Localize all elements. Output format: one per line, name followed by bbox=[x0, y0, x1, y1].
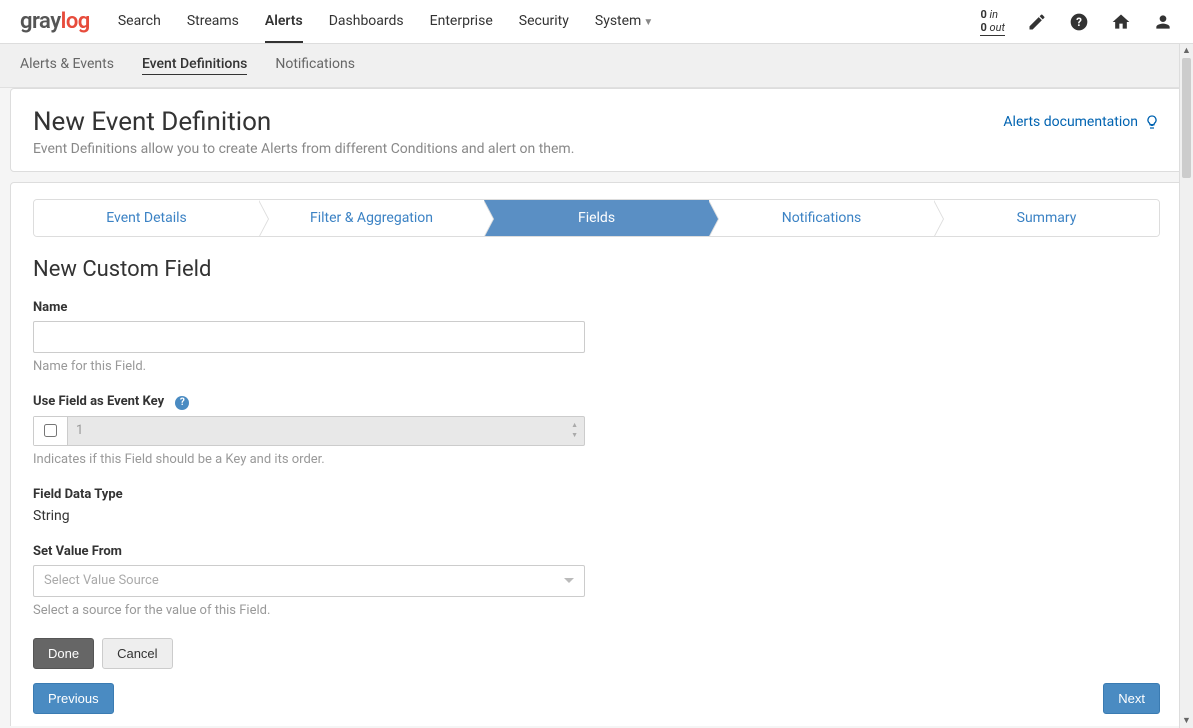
scrollbar[interactable]: ▲ ▼ bbox=[1179, 44, 1193, 728]
page-header-card: New Event Definition Alerts documentatio… bbox=[10, 88, 1183, 172]
previous-button[interactable]: Previous bbox=[33, 683, 114, 714]
top-navbar: graylog Search Streams Alerts Dashboards… bbox=[0, 0, 1193, 44]
form-buttons: Done Cancel bbox=[33, 638, 1160, 669]
eventkey-label: Use Field as Event Key ? bbox=[33, 394, 585, 410]
spinner-arrows-icon[interactable]: ▲▼ bbox=[571, 420, 578, 440]
home-icon[interactable] bbox=[1111, 12, 1131, 32]
user-icon[interactable] bbox=[1153, 12, 1173, 32]
step-filter-aggregation[interactable]: Filter & Aggregation bbox=[259, 200, 484, 236]
eventkey-help-icon[interactable]: ? bbox=[175, 396, 189, 410]
wizard-card: Event Details Filter & Aggregation Field… bbox=[10, 182, 1183, 726]
datatype-group: Field Data Type String bbox=[33, 487, 585, 524]
cancel-button[interactable]: Cancel bbox=[102, 638, 172, 669]
valuefrom-label: Set Value From bbox=[33, 544, 585, 559]
nav-dashboards[interactable]: Dashboards bbox=[329, 1, 404, 43]
done-button[interactable]: Done bbox=[33, 638, 94, 669]
page-title: New Event Definition bbox=[33, 107, 271, 137]
eventkey-row: 1 ▲▼ bbox=[33, 416, 585, 446]
eventkey-group: Use Field as Event Key ? 1 ▲▼ Indicates … bbox=[33, 394, 585, 467]
valuefrom-select[interactable]: Select Value Source bbox=[33, 565, 585, 597]
step-summary[interactable]: Summary bbox=[934, 200, 1159, 236]
next-button[interactable]: Next bbox=[1103, 683, 1160, 714]
subtab-event-definitions[interactable]: Event Definitions bbox=[142, 56, 247, 75]
scratchpad-icon[interactable] bbox=[1027, 12, 1047, 32]
scroll-down-icon[interactable]: ▼ bbox=[1180, 714, 1193, 728]
eventkey-checkbox-wrap bbox=[34, 417, 68, 445]
nav-alerts[interactable]: Alerts bbox=[265, 1, 303, 43]
subtab-alerts-events[interactable]: Alerts & Events bbox=[20, 56, 114, 75]
nav-streams[interactable]: Streams bbox=[187, 1, 239, 43]
svg-text:?: ? bbox=[1076, 15, 1082, 29]
eventkey-order-input[interactable]: 1 ▲▼ bbox=[68, 417, 584, 445]
throughput-stats[interactable]: 0 in 0 out bbox=[980, 8, 1005, 36]
main-nav: Search Streams Alerts Dashboards Enterpr… bbox=[118, 1, 981, 43]
step-notifications[interactable]: Notifications bbox=[709, 200, 934, 236]
name-group: Name Name for this Field. bbox=[33, 300, 585, 374]
step-event-details[interactable]: Event Details bbox=[34, 200, 259, 236]
page-description: Event Definitions allow you to create Al… bbox=[33, 141, 1160, 157]
eventkey-desc: Indicates if this Field should be a Key … bbox=[33, 452, 585, 467]
eventkey-checkbox[interactable] bbox=[44, 424, 57, 437]
topbar-right: 0 in 0 out ? bbox=[980, 8, 1173, 36]
alerts-subnav: Alerts & Events Event Definitions Notifi… bbox=[0, 44, 1193, 88]
nav-enterprise[interactable]: Enterprise bbox=[430, 1, 493, 43]
datatype-value: String bbox=[33, 508, 585, 524]
nav-system[interactable]: System▼ bbox=[595, 1, 653, 43]
name-input[interactable] bbox=[33, 321, 585, 353]
scroll-up-icon[interactable]: ▲ bbox=[1180, 44, 1193, 58]
form-title: New Custom Field bbox=[33, 257, 1160, 282]
docs-link[interactable]: Alerts documentation bbox=[1003, 114, 1160, 130]
help-icon[interactable]: ? bbox=[1069, 12, 1089, 32]
lightbulb-icon bbox=[1144, 114, 1160, 130]
name-label: Name bbox=[33, 300, 585, 315]
datatype-label: Field Data Type bbox=[33, 487, 585, 502]
valuefrom-desc: Select a source for the value of this Fi… bbox=[33, 603, 585, 618]
nav-search[interactable]: Search bbox=[118, 1, 161, 43]
name-desc: Name for this Field. bbox=[33, 359, 585, 374]
logo[interactable]: graylog bbox=[20, 9, 90, 34]
valuefrom-group: Set Value From Select Value Source Selec… bbox=[33, 544, 585, 618]
chevron-down-icon bbox=[564, 578, 574, 583]
subtab-notifications[interactable]: Notifications bbox=[275, 56, 355, 75]
page-wrapper: New Event Definition Alerts documentatio… bbox=[0, 88, 1193, 726]
wizard-steps: Event Details Filter & Aggregation Field… bbox=[33, 199, 1160, 237]
scroll-thumb[interactable] bbox=[1182, 58, 1191, 178]
wizard-nav-buttons: Previous Next bbox=[33, 683, 1160, 714]
step-fields[interactable]: Fields bbox=[484, 200, 709, 236]
nav-security[interactable]: Security bbox=[519, 1, 569, 43]
